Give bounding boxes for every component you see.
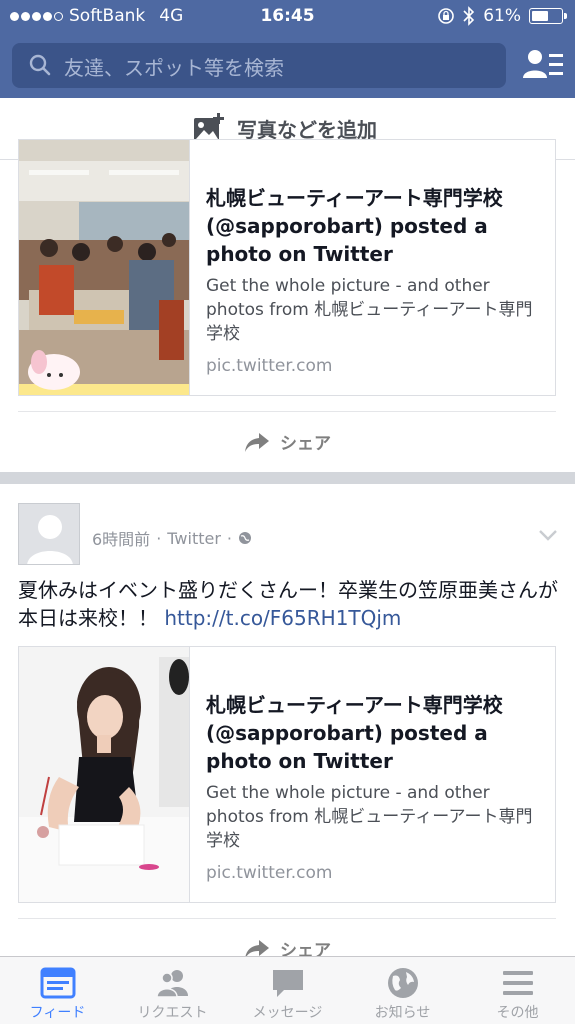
post-time[interactable]: 6時間前 — [92, 526, 150, 550]
link-domain: pic.twitter.com — [206, 863, 333, 883]
friends-icon — [156, 970, 188, 998]
link-title: 札幌ビューティーアート専門学校 (@sapporobart) posted a … — [206, 186, 503, 266]
top-bar: SoftBank 4G 16:45 61% 友達、スポット等を検索 — [0, 0, 575, 98]
tab-label: メッセージ — [252, 1005, 323, 1021]
link-preview-image — [19, 647, 190, 902]
tab-label: その他 — [496, 1005, 539, 1021]
chevron-down-icon[interactable] — [538, 528, 558, 542]
tab-label: フィード — [29, 1005, 86, 1021]
status-right: 61% — [437, 6, 567, 26]
search-icon — [29, 54, 51, 76]
post-meta: 6時間前 · Twitter · — [92, 526, 252, 550]
link-title: 札幌ビューティーアート専門学校 (@sapporobart) posted a … — [206, 693, 503, 773]
meta-separator: · — [226, 528, 232, 548]
tab-notifications[interactable]: お知らせ — [345, 957, 460, 1024]
story-separator — [0, 472, 575, 484]
tab-label: お知らせ — [374, 1005, 431, 1021]
share-button[interactable]: シェア — [0, 429, 575, 458]
feed-icon — [40, 967, 76, 999]
menu-icon — [503, 971, 533, 995]
tab-label: リクエスト — [137, 1005, 208, 1021]
share-arrow-icon — [245, 432, 269, 452]
link-preview-image — [19, 140, 190, 395]
link-description: Get the whole picture - and other photos… — [206, 276, 533, 344]
tab-requests[interactable]: リクエスト — [115, 957, 230, 1024]
post-link[interactable]: http://t.co/F65RH1TQjm — [164, 606, 401, 630]
rotation-lock-icon — [438, 8, 455, 24]
post-divider — [18, 918, 556, 919]
link-preview-text: 札幌ビューティーアート専門学校 (@sapporobart) posted a … — [206, 691, 545, 883]
battery-icon — [529, 8, 567, 24]
tab-feed[interactable]: フィード — [0, 957, 115, 1024]
link-preview-card[interactable]: 札幌ビューティーアート専門学校 (@sapporobart) posted a … — [18, 139, 556, 396]
meta-separator: · — [156, 528, 162, 548]
post-divider — [18, 411, 556, 412]
link-preview-card[interactable]: 札幌ビューティーアート専門学校 (@sapporobart) posted a … — [18, 646, 556, 903]
default-avatar-icon — [19, 504, 79, 564]
globe-icon — [388, 968, 418, 998]
post-text: 夏休みはイベント盛りだくさんー！卒業生の笠原亜美さんが本日は来校！！ http:… — [18, 576, 558, 632]
search-input[interactable]: 友達、スポット等を検索 — [12, 43, 506, 88]
link-preview-text: 札幌ビューティーアート専門学校 (@sapporobart) posted a … — [206, 184, 545, 376]
post-source[interactable]: Twitter — [167, 529, 221, 548]
tab-bar: フィード リクエスト メッセージ お知らせ その他 — [0, 956, 575, 1024]
status-bar: SoftBank 4G 16:45 61% — [0, 0, 575, 36]
share-label: シェア — [280, 434, 331, 454]
battery-percent: 61% — [483, 6, 521, 26]
link-domain: pic.twitter.com — [206, 356, 333, 376]
messages-icon — [273, 970, 303, 997]
tab-more[interactable]: その他 — [460, 957, 575, 1024]
tab-messages[interactable]: メッセージ — [230, 957, 345, 1024]
bluetooth-icon — [463, 6, 475, 26]
search-placeholder: 友達、スポット等を検索 — [64, 56, 284, 80]
avatar[interactable] — [18, 503, 80, 565]
contacts-list-icon[interactable] — [522, 48, 564, 82]
globe-privacy-icon — [239, 532, 251, 544]
link-description: Get the whole picture - and other photos… — [206, 783, 533, 851]
